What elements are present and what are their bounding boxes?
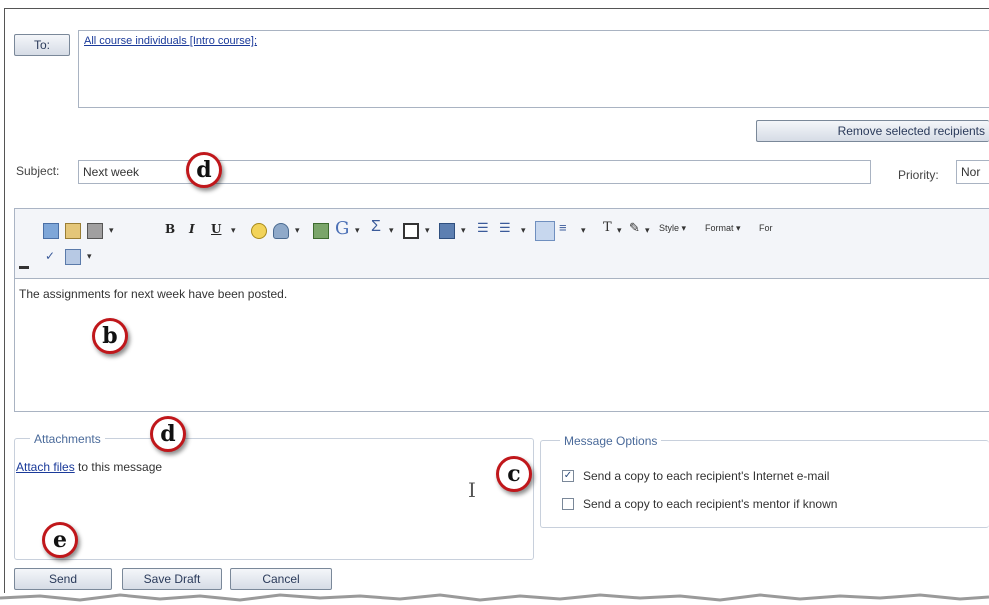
callout-subject-letter: d	[196, 157, 212, 183]
remove-recipients-label: Remove selected recipients	[837, 124, 985, 138]
format-label: Format	[705, 223, 734, 233]
frame-top-border	[4, 8, 989, 9]
send-button-label: Send	[48, 572, 78, 586]
text-cursor-icon: I	[468, 478, 476, 502]
to-button-label: To:	[33, 38, 50, 52]
message-body-text[interactable]: The assignments for next week have been …	[19, 287, 287, 301]
italic-icon[interactable]: I	[189, 222, 195, 236]
paste-icon[interactable]	[65, 223, 81, 239]
frame-left-border	[4, 8, 5, 593]
message-options-legend: Message Options	[560, 434, 662, 448]
align-dropdown-icon[interactable]: ▾	[581, 225, 586, 236]
document-dropdown-icon[interactable]: ▾	[461, 225, 466, 236]
callout-marker-send: e	[42, 522, 78, 558]
callout-marker-attachments: d	[150, 416, 186, 452]
attach-files-link[interactable]: Attach files	[16, 460, 75, 474]
insert-dropdown-icon[interactable]: ▾	[295, 225, 300, 236]
priority-select[interactable]: Nor	[956, 160, 989, 184]
callout-marker-subject: d	[186, 152, 222, 188]
mentor-checkbox[interactable]	[562, 498, 574, 510]
user-icon[interactable]	[273, 223, 289, 239]
spellcheck-icon[interactable]: ✓	[45, 249, 55, 263]
callout-options-letter: c	[507, 461, 521, 487]
save-draft-button-label: Save Draft	[143, 572, 201, 586]
font-label: For	[759, 223, 773, 233]
message-options-panel	[540, 440, 989, 528]
mentor-label: Send a copy to each recipient's mentor i…	[583, 497, 838, 511]
attach-files-line: Attach files to this message	[16, 460, 162, 474]
image-icon[interactable]	[313, 223, 329, 239]
priority-label: Priority:	[898, 168, 939, 182]
format-dropdown[interactable]: Format ▾	[705, 223, 741, 234]
window-icon[interactable]	[403, 223, 419, 239]
callout-editor-letter: b	[102, 323, 118, 349]
priority-value: Nor	[961, 165, 981, 179]
text-color-dropdown-icon[interactable]: ▾	[617, 225, 622, 236]
template-icon[interactable]	[65, 249, 81, 265]
google-icon[interactable]: G	[335, 218, 349, 239]
internet-email-checkbox[interactable]: ✓	[562, 470, 574, 482]
smiley-icon[interactable]	[251, 223, 267, 239]
cancel-button[interactable]: Cancel	[230, 568, 332, 590]
attachments-legend: Attachments	[30, 432, 105, 446]
remove-recipients-button[interactable]: Remove selected recipients	[756, 120, 989, 142]
cancel-button-label: Cancel	[262, 572, 300, 586]
subject-label: Subject:	[16, 164, 60, 178]
callout-marker-editor: b	[92, 318, 128, 354]
subject-value: Next week	[83, 165, 140, 179]
underline-icon[interactable]: U	[211, 222, 221, 236]
callout-marker-options: c	[496, 456, 532, 492]
font-dropdown[interactable]: For	[759, 223, 773, 233]
numbered-list-icon[interactable]: ☰	[477, 220, 489, 236]
recipients-text[interactable]: All course individuals [Intro course];	[84, 35, 257, 47]
bullet-list-icon[interactable]: ☰	[499, 220, 511, 236]
attach-files-suffix: to this message	[74, 460, 163, 474]
window-dropdown-icon[interactable]: ▾	[425, 225, 430, 236]
internet-email-label: Send a copy to each recipient's Internet…	[583, 469, 830, 483]
callout-attachments-letter: d	[160, 421, 176, 447]
g-dropdown-icon[interactable]: ▾	[355, 225, 360, 236]
source-icon[interactable]	[43, 223, 59, 239]
text-color-icon[interactable]: T	[603, 220, 612, 235]
style-label: Style	[659, 223, 680, 233]
recipients-field[interactable]: All course individuals [Intro course];	[78, 30, 989, 108]
text-style-dropdown-icon[interactable]: ▾	[231, 225, 236, 236]
callout-send-letter: e	[53, 527, 67, 553]
save-draft-button[interactable]: Save Draft	[122, 568, 222, 590]
highlight-icon[interactable]: ✎	[629, 220, 640, 236]
editor-toolbar: ▾ B I U ▾ ▾ G ▾ Σ ▾ ▾ ▾ ☰ ☰ ▾ ≡ ▾ T ▾ ✎ …	[14, 208, 989, 278]
highlight-dropdown-icon[interactable]: ▾	[645, 225, 650, 236]
align-left-icon[interactable]	[535, 221, 555, 241]
message-editor[interactable]: The assignments for next week have been …	[14, 278, 989, 412]
torn-edge-decoration	[0, 593, 989, 602]
style-dropdown[interactable]: Style ▾	[659, 223, 686, 234]
sigma-dropdown-icon[interactable]: ▾	[389, 225, 394, 236]
send-button[interactable]: Send	[14, 568, 112, 590]
document-icon[interactable]	[439, 223, 455, 239]
toolbar-collapse-icon[interactable]: ▬	[19, 261, 29, 272]
template-dropdown-icon[interactable]: ▾	[87, 251, 92, 262]
align-center-icon[interactable]: ≡	[559, 220, 567, 235]
to-button[interactable]: To:	[14, 34, 70, 56]
sigma-icon[interactable]: Σ	[371, 218, 381, 236]
attachments-panel	[14, 438, 534, 560]
bold-icon[interactable]: B	[165, 222, 175, 236]
clipboard-dropdown-icon[interactable]: ▾	[109, 225, 114, 236]
clipboard-icon[interactable]	[87, 223, 103, 239]
list-dropdown-icon[interactable]: ▾	[521, 225, 526, 236]
